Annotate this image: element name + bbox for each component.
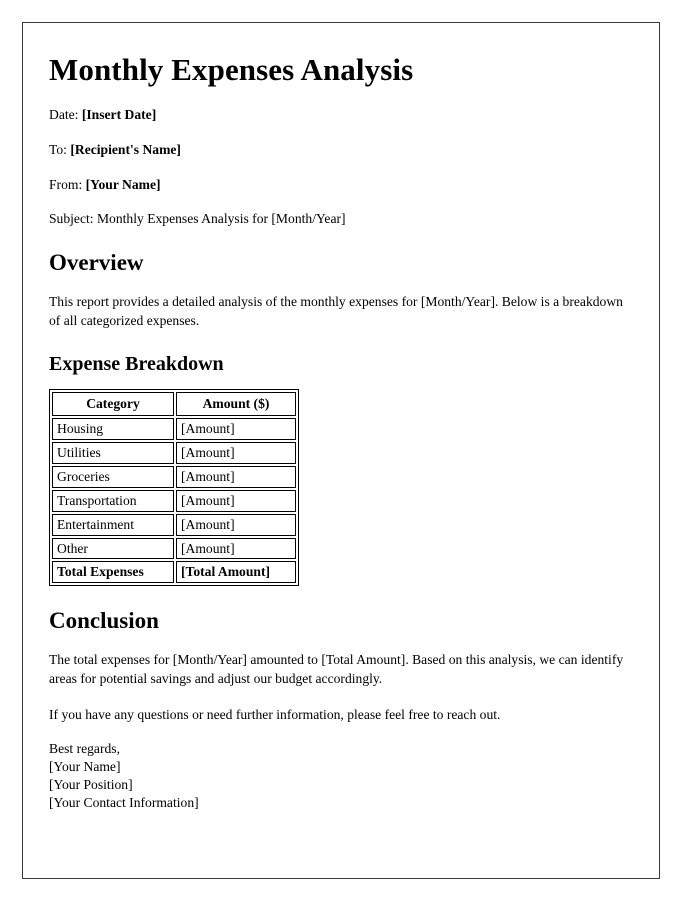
meta-line-subject: Subject: Monthly Expenses Analysis for [… bbox=[49, 210, 625, 228]
meta-label-to: To: bbox=[49, 142, 67, 158]
column-header-amount: Amount ($) bbox=[176, 391, 296, 416]
table-row: Housing [Amount] bbox=[52, 417, 296, 440]
conclusion-heading: Conclusion bbox=[49, 608, 159, 634]
table-row: Other [Amount] bbox=[52, 537, 296, 560]
table-row: Transportation [Amount] bbox=[52, 489, 296, 512]
meta-line-to: To: [Recipient's Name] bbox=[49, 141, 625, 159]
cell-total-label: Total Expenses bbox=[52, 561, 174, 584]
cell-category: Groceries bbox=[52, 465, 174, 488]
expense-breakdown-table: Category Amount ($) Housing [Amount] Uti… bbox=[49, 388, 299, 587]
meta-value-date: [Insert Date] bbox=[81, 107, 157, 123]
overview-heading: Overview bbox=[49, 250, 144, 276]
cell-category: Housing bbox=[52, 417, 174, 440]
column-header-category: Category bbox=[52, 391, 174, 416]
cell-amount: [Amount] bbox=[176, 489, 296, 512]
cell-category: Entertainment bbox=[52, 513, 174, 536]
expense-breakdown-heading: Expense Breakdown bbox=[49, 352, 224, 375]
table-header-row: Category Amount ($) bbox=[52, 391, 296, 416]
meta-value-subject: Monthly Expenses Analysis for [Month/Yea… bbox=[96, 211, 346, 227]
cell-total-amount: [Total Amount] bbox=[176, 561, 296, 584]
table-total-row: Total Expenses [Total Amount] bbox=[52, 561, 296, 584]
table-row: Utilities [Amount] bbox=[52, 441, 296, 464]
meta-value-from: [Your Name] bbox=[85, 176, 161, 192]
document-page: Monthly Expenses Analysis Date: [Insert … bbox=[22, 22, 660, 879]
cell-amount: [Amount] bbox=[176, 441, 296, 464]
meta-label-from: From: bbox=[49, 176, 83, 192]
page-title: Monthly Expenses Analysis bbox=[49, 52, 414, 87]
meta-label-subject: Subject: bbox=[49, 211, 94, 227]
table-row: Entertainment [Amount] bbox=[52, 513, 296, 536]
overview-paragraph: This report provides a detailed analysis… bbox=[49, 293, 623, 329]
signature-block: Best regards, [Your Name] [Your Position… bbox=[49, 740, 625, 812]
conclusion-paragraph-1: The total expenses for [Month/Year] amou… bbox=[49, 652, 624, 687]
meta-line-date: Date: [Insert Date] bbox=[49, 106, 625, 124]
signature-contact: [Your Contact Information] bbox=[49, 794, 199, 810]
document-content: Monthly Expenses Analysis Date: [Insert … bbox=[23, 23, 659, 812]
meta-line-from: From: [Your Name] bbox=[49, 176, 625, 194]
meta-value-to: [Recipient's Name] bbox=[70, 142, 181, 158]
table-row: Groceries [Amount] bbox=[52, 465, 296, 488]
table-body: Housing [Amount] Utilities [Amount] Groc… bbox=[52, 417, 296, 584]
cell-category: Utilities bbox=[52, 441, 174, 464]
cell-amount: [Amount] bbox=[176, 417, 296, 440]
signature-closing: Best regards, bbox=[49, 741, 120, 757]
cell-amount: [Amount] bbox=[176, 513, 296, 536]
cell-amount: [Amount] bbox=[176, 537, 296, 560]
signature-name: [Your Name] bbox=[49, 758, 121, 774]
cell-amount: [Amount] bbox=[176, 465, 296, 488]
meta-label-date: Date: bbox=[49, 107, 79, 123]
table-head: Category Amount ($) bbox=[52, 391, 296, 416]
conclusion-paragraph-2: If you have any questions or need furthe… bbox=[49, 706, 501, 722]
cell-category: Other bbox=[52, 537, 174, 560]
cell-category: Transportation bbox=[52, 489, 174, 512]
signature-position: [Your Position] bbox=[49, 776, 133, 792]
